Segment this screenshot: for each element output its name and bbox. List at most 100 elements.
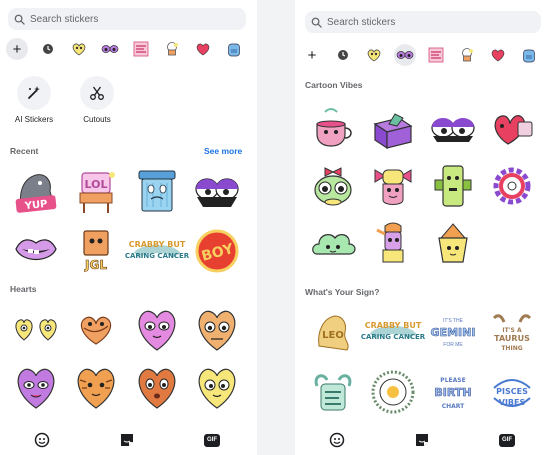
tab-recent[interactable]: [332, 44, 354, 66]
scissors-icon: [90, 86, 104, 100]
tiger-heart-face-sticker[interactable]: [72, 364, 120, 412]
svg-text:CARING CANCER: CARING CANCER: [361, 333, 426, 341]
cupcake-icon: [167, 42, 178, 56]
backpack-icon: [228, 43, 240, 57]
cutouts-label: Cutouts: [83, 115, 111, 124]
ai-stickers-label: AI Stickers: [14, 115, 54, 124]
tab-backpack[interactable]: [223, 38, 245, 60]
lips-sticker[interactable]: [12, 227, 60, 275]
gemini-sticker[interactable]: IT'S THE GEMINI FOR ME: [429, 308, 477, 356]
tab-add[interactable]: +: [6, 38, 28, 60]
search-input[interactable]: [327, 16, 507, 28]
bow-frog-sticker[interactable]: [309, 162, 357, 210]
tab-cartoon[interactable]: [99, 38, 121, 60]
gif-button[interactable]: GIF: [499, 433, 515, 447]
brown-heart-face-sticker[interactable]: [133, 364, 181, 412]
tab-heart[interactable]: [192, 38, 214, 60]
orange-heart-face-sticker[interactable]: [193, 306, 241, 354]
search-input[interactable]: [30, 13, 210, 25]
tab-recent[interactable]: [37, 38, 59, 60]
heart-knot-sticker[interactable]: [72, 306, 120, 354]
tab-heart[interactable]: [487, 44, 509, 66]
tab-hearts[interactable]: [363, 44, 385, 66]
purple-sunglasses-sticker[interactable]: [193, 167, 241, 215]
sparkle-wand-icon: [28, 86, 40, 99]
bottom-bar: GIF: [295, 425, 550, 455]
cutouts-tool[interactable]: Cutouts: [69, 76, 125, 124]
yellow-heart-face-sticker[interactable]: [193, 364, 241, 412]
search-bar[interactable]: [305, 11, 541, 33]
green-cloud-sticker[interactable]: [309, 220, 357, 268]
pink-heart-face-sticker[interactable]: [133, 306, 181, 354]
tab-cupcake[interactable]: [161, 38, 183, 60]
red-heart-box-sticker[interactable]: [488, 104, 536, 152]
sticker-face-icon[interactable]: [329, 432, 345, 448]
sticker-square-icon[interactable]: [119, 432, 135, 448]
blue-bin-face-sticker[interactable]: [133, 167, 181, 215]
svg-text:PLEASE: PLEASE: [440, 377, 465, 384]
heart-eyes-pair-sticker[interactable]: [12, 306, 60, 354]
jgl-chair-text: JGL: [84, 258, 107, 272]
yellow-heart-face-icon: [367, 49, 381, 62]
tab-add[interactable]: +: [301, 44, 323, 66]
egg-sun-sticker[interactable]: [369, 368, 417, 416]
svg-text:IT'S THE: IT'S THE: [443, 318, 464, 324]
purple-heart-face-sticker[interactable]: [12, 364, 60, 412]
search-icon: [311, 17, 322, 28]
tab-cartoon[interactable]: [394, 44, 416, 66]
retro-text-icon: [428, 47, 444, 63]
ai-stickers-tool[interactable]: AI Stickers: [6, 76, 62, 124]
backpack-icon: [523, 49, 535, 63]
whats-your-sign-title: What's Your Sign?: [305, 287, 380, 297]
teacup-sticker[interactable]: [309, 104, 357, 152]
red-heart-icon: [491, 49, 505, 62]
birthday-text: BIRTH: [434, 386, 471, 399]
lol-chair-sticker[interactable]: LOL: [72, 167, 120, 215]
panel-divider: [257, 0, 295, 455]
tab-retro[interactable]: [130, 38, 152, 60]
search-bar[interactable]: [8, 8, 246, 30]
hearts-section-title: Hearts: [10, 284, 37, 294]
lamp-creature-sticker[interactable]: [369, 220, 417, 268]
tab-backpack[interactable]: [518, 44, 540, 66]
aries-sticker[interactable]: [309, 368, 357, 416]
pigeon-yup-text: YUP: [23, 199, 48, 212]
sticker-square-icon[interactable]: [414, 432, 430, 448]
candy-creature-sticker[interactable]: [369, 162, 417, 210]
tab-cupcake[interactable]: [456, 44, 478, 66]
search-icon: [14, 14, 25, 25]
sticker-face-icon[interactable]: [34, 432, 50, 448]
leo-sticker[interactable]: LEO: [309, 308, 357, 356]
recent-clock-icon: [338, 50, 348, 60]
svg-text:IT'S A: IT'S A: [502, 327, 522, 334]
recent-section-title: Recent: [10, 146, 39, 156]
svg-text:CHART: CHART: [442, 403, 465, 410]
green-robot-sticker[interactable]: [429, 162, 477, 210]
svg-text:THING: THING: [501, 345, 522, 352]
pyramid-ghost-sticker[interactable]: [429, 220, 477, 268]
svg-text:PISCES: PISCES: [496, 387, 528, 396]
gif-button[interactable]: GIF: [204, 433, 220, 447]
boy-badge-sticker[interactable]: BOY: [193, 227, 241, 275]
pisces-vibes-sticker[interactable]: PISCES VIBES: [488, 368, 536, 416]
crabby-but-caring-cancer-sticker[interactable]: CRABBY BUT CARING CANCER: [125, 227, 190, 275]
pigeon-yup-sticker[interactable]: YUP: [12, 167, 60, 215]
svg-text:CRABBY BUT: CRABBY BUT: [365, 321, 422, 330]
tab-hearts[interactable]: [68, 38, 90, 60]
see-more-link[interactable]: See more: [204, 146, 242, 156]
jgl-chair-sticker[interactable]: JGL: [72, 227, 120, 275]
lol-chair-text: LOL: [85, 178, 108, 191]
purple-box-sticker[interactable]: [369, 104, 417, 152]
gemini-text: GEMINI: [431, 326, 476, 339]
red-heart-icon: [196, 43, 210, 56]
retro-text-icon: [133, 41, 149, 57]
tab-retro[interactable]: [425, 44, 447, 66]
shades-eyes-sticker[interactable]: [429, 104, 477, 152]
birthday-sticker[interactable]: PLEASE BIRTH CHART: [429, 368, 477, 416]
plus-icon: +: [12, 40, 22, 58]
taurus-sticker[interactable]: IT'S A TAURUS THING: [488, 308, 536, 356]
flower-ring-sticker[interactable]: [488, 162, 536, 210]
crabby-but-caring-cancer-sticker-2[interactable]: CRABBY BUT CARING CANCER: [361, 308, 426, 356]
sticker-picker-left: + AI Stickers Cutouts: [0, 0, 257, 455]
cupcake-icon: [462, 48, 473, 62]
